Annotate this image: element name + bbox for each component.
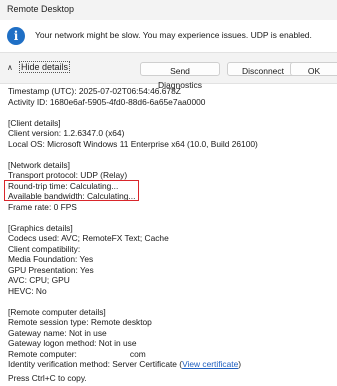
- client-details-header: [Client details]: [8, 117, 61, 128]
- window-title: Remote Desktop: [7, 4, 75, 14]
- identity-verification-text: Identity verification method: Server Cer…: [8, 359, 333, 370]
- action-bar: ∧ Hide details Send Diagnostics Disconnec…: [0, 52, 337, 90]
- frame-rate-text: Frame rate: 0 FPS: [8, 201, 77, 212]
- hide-details-toggle[interactable]: ∧ Hide details: [7, 61, 71, 73]
- gateway-name-text: Gateway name: Not in use: [8, 327, 107, 338]
- copy-hint: Press Ctrl+C to copy.: [8, 373, 87, 383]
- send-diagnostics-button[interactable]: Send Diagnostics: [140, 62, 220, 90]
- disconnect-button[interactable]: Disconnect: [227, 62, 299, 76]
- banner-message: Your network might be slow. You may expe…: [35, 30, 312, 40]
- identity-verification-close: ): [238, 359, 242, 369]
- client-version-text: Client version: 1.2.6347.0 (x64): [8, 128, 125, 138]
- gpu-presentation-text: GPU Presentation: Yes: [8, 264, 94, 275]
- remote-session-type-text: Remote session type: Remote desktop: [8, 317, 152, 327]
- warning-banner: i Your network might be slow. You may ex…: [0, 20, 337, 52]
- remote-computer-text: Remote computer: com: [8, 349, 333, 360]
- gateway-logon-method-text: Gateway logon method: Not in use: [8, 338, 137, 348]
- ok-button[interactable]: OK: [290, 62, 337, 76]
- hide-details-label: Hide details: [19, 61, 71, 73]
- codecs-used-text: Codecs used: AVC; RemoteFX Text; Cache: [8, 233, 169, 243]
- remote-computer-details-header: [Remote computer details]: [8, 306, 106, 317]
- remote-computer-label: Remote computer:: [8, 348, 77, 359]
- remote-desktop-window: Remote Desktop i Your network might be s…: [0, 0, 337, 386]
- title-bar: Remote Desktop: [0, 0, 337, 20]
- identity-verification-label: Identity verification method: Server Cer…: [8, 359, 183, 369]
- local-os-text: Local OS: Microsoft Windows 11 Enterpris…: [8, 138, 258, 149]
- view-certificate-link[interactable]: View certificate: [182, 359, 238, 369]
- chevron-up-icon: ∧: [7, 63, 13, 72]
- info-icon: i: [7, 27, 25, 45]
- network-details-header: [Network details]: [8, 159, 70, 170]
- avc-text: AVC: CPU; GPU: [8, 275, 70, 285]
- timestamp-text: Timestamp (UTC): 2025-07-02T06:54:46.678…: [8, 86, 181, 96]
- remote-computer-domain-suffix: com: [129, 348, 146, 359]
- hevc-text: HEVC: No: [8, 285, 47, 296]
- transport-protocol-text: Transport protocol: UDP (Relay): [8, 170, 128, 180]
- client-compatibility-text: Client compatibility:: [8, 243, 81, 254]
- graphics-details-header: [Graphics details]: [8, 222, 73, 233]
- highlight-box: [4, 180, 139, 201]
- media-foundation-text: Media Foundation: Yes: [8, 254, 94, 264]
- connection-details: Timestamp (UTC): 2025-07-02T06:54:46.678…: [8, 86, 333, 370]
- activity-id-text: Activity ID: 1680e6af-5905-4fd0-88d6-6a6…: [8, 96, 206, 107]
